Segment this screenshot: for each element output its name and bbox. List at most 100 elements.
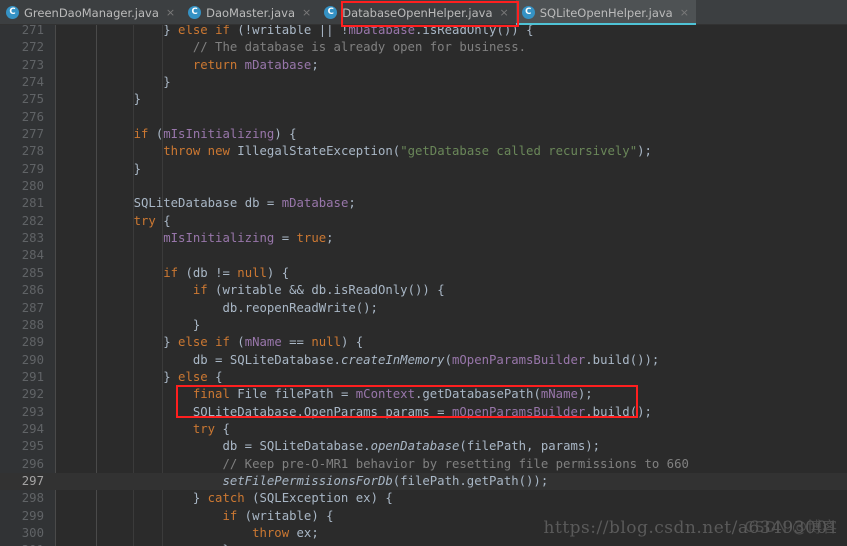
code-lines[interactable]: 271 } else if (!writable || !mDatabase.i… bbox=[0, 25, 847, 546]
code-line[interactable]: 298 } catch (SQLException ex) { bbox=[0, 490, 847, 507]
code-line-text[interactable]: if (writable && db.isReadOnly()) { bbox=[104, 282, 445, 299]
line-number: 277 bbox=[21, 127, 44, 142]
close-icon[interactable]: × bbox=[166, 6, 175, 19]
line-number: 294 bbox=[21, 421, 44, 436]
code-line[interactable]: 277 if (mIsInitializing) { bbox=[0, 126, 847, 143]
code-line-text[interactable]: } bbox=[104, 91, 141, 108]
code-editor[interactable]: 271 } else if (!writable || !mDatabase.i… bbox=[0, 25, 847, 546]
line-number: 278 bbox=[21, 144, 44, 159]
code-line-text[interactable]: SQLiteDatabase.OpenParams params = mOpen… bbox=[104, 404, 652, 421]
code-line-text[interactable]: try { bbox=[104, 421, 230, 438]
code-line[interactable]: 297 setFilePermissionsForDb(filePath.get… bbox=[0, 472, 847, 491]
code-line[interactable]: 284 bbox=[0, 247, 847, 264]
line-number: 299 bbox=[21, 508, 44, 523]
code-line[interactable]: 296 // Keep pre-O-MR1 behavior by resett… bbox=[0, 456, 847, 473]
line-number: 275 bbox=[21, 92, 44, 107]
code-line[interactable]: 280 bbox=[0, 178, 847, 195]
editor-tab-databaseopenhelper[interactable]: C DatabaseOpenHelper.java × bbox=[318, 0, 516, 25]
code-line[interactable]: 288 } bbox=[0, 317, 847, 334]
code-line[interactable]: 301 } bbox=[0, 542, 847, 546]
editor-tab-label: GreenDaoManager.java bbox=[24, 5, 159, 20]
line-number: 296 bbox=[21, 456, 44, 471]
line-number: 271 bbox=[21, 25, 44, 37]
line-number: 289 bbox=[21, 335, 44, 350]
code-line-text[interactable]: } bbox=[104, 74, 170, 91]
line-number: 300 bbox=[21, 525, 44, 540]
code-line[interactable]: 293 SQLiteDatabase.OpenParams params = m… bbox=[0, 404, 847, 421]
code-line-text[interactable]: return mDatabase; bbox=[104, 57, 319, 74]
code-line[interactable]: 292 final File filePath = mContext.getDa… bbox=[0, 386, 847, 403]
code-line[interactable]: 274 } bbox=[0, 74, 847, 91]
line-number: 298 bbox=[21, 491, 44, 506]
code-line-text[interactable]: // The database is already open for busi… bbox=[104, 39, 526, 56]
line-number: 274 bbox=[21, 75, 44, 90]
code-line[interactable]: 275 } bbox=[0, 91, 847, 108]
code-line[interactable]: 290 db = SQLiteDatabase.createInMemory(m… bbox=[0, 352, 847, 369]
code-line-text[interactable]: } catch (SQLException ex) { bbox=[104, 490, 393, 507]
line-number: 292 bbox=[21, 387, 44, 402]
code-line-text[interactable]: mIsInitializing = true; bbox=[104, 230, 333, 247]
code-line[interactable]: 273 return mDatabase; bbox=[0, 57, 847, 74]
code-line[interactable]: 291 } else { bbox=[0, 369, 847, 386]
line-number: 291 bbox=[21, 369, 44, 384]
code-line[interactable]: 272 // The database is already open for … bbox=[0, 39, 847, 56]
code-line[interactable]: 295 db = SQLiteDatabase.openDatabase(fil… bbox=[0, 438, 847, 455]
code-line-text[interactable]: if (db != null) { bbox=[104, 265, 289, 282]
code-line-text[interactable]: } bbox=[104, 161, 141, 178]
line-number: 287 bbox=[21, 300, 44, 315]
code-line-text[interactable]: db = SQLiteDatabase.createInMemory(mOpen… bbox=[104, 352, 659, 369]
code-line-text[interactable]: if (writable) { bbox=[104, 508, 333, 525]
editor-tab-sqliteopenhelper[interactable]: C SQLiteOpenHelper.java × bbox=[515, 0, 696, 25]
code-line[interactable]: 283 mIsInitializing = true; bbox=[0, 230, 847, 247]
close-icon[interactable]: × bbox=[500, 6, 509, 19]
editor-tab-label: SQLiteOpenHelper.java bbox=[539, 5, 673, 20]
line-number: 279 bbox=[21, 161, 44, 176]
line-number: 276 bbox=[21, 109, 44, 124]
code-line[interactable]: 289 } else if (mName == null) { bbox=[0, 334, 847, 351]
editor-tab-greendaomanager[interactable]: C GreenDaoManager.java × bbox=[0, 0, 182, 25]
code-line[interactable]: 300 throw ex; bbox=[0, 525, 847, 542]
java-class-icon: C bbox=[521, 6, 535, 19]
code-line[interactable]: 299 if (writable) { bbox=[0, 508, 847, 525]
line-number: 288 bbox=[21, 317, 44, 332]
code-line[interactable]: 285 if (db != null) { bbox=[0, 265, 847, 282]
code-line[interactable]: 281 SQLiteDatabase db = mDatabase; bbox=[0, 195, 847, 212]
code-line[interactable]: 278 throw new IllegalStateException("get… bbox=[0, 143, 847, 160]
code-line-text[interactable]: } else if (mName == null) { bbox=[104, 334, 363, 351]
code-line[interactable]: 271 } else if (!writable || !mDatabase.i… bbox=[0, 25, 847, 39]
code-line-text[interactable]: db = SQLiteDatabase.openDatabase(filePat… bbox=[104, 438, 600, 455]
line-number: 272 bbox=[21, 40, 44, 55]
code-line-text[interactable]: throw ex; bbox=[104, 525, 319, 542]
editor-tab-bar: C GreenDaoManager.java × C DaoMaster.jav… bbox=[0, 0, 847, 27]
code-line-text[interactable]: } bbox=[104, 542, 229, 546]
line-number: 286 bbox=[21, 283, 44, 298]
line-number: 280 bbox=[21, 179, 44, 194]
code-line-text[interactable]: if (mIsInitializing) { bbox=[104, 126, 297, 143]
java-class-icon: C bbox=[6, 6, 19, 19]
close-icon[interactable]: × bbox=[302, 6, 311, 19]
code-line[interactable]: 294 try { bbox=[0, 421, 847, 438]
line-number: 297 bbox=[21, 473, 44, 488]
code-line-text[interactable]: } bbox=[104, 317, 200, 334]
line-number: 282 bbox=[21, 213, 44, 228]
code-line[interactable]: 282 try { bbox=[0, 213, 847, 230]
code-line-text[interactable]: final File filePath = mContext.getDataba… bbox=[104, 386, 593, 403]
code-line-text[interactable]: } else { bbox=[104, 369, 222, 386]
code-line[interactable]: 276 bbox=[0, 109, 847, 126]
code-line-text[interactable]: SQLiteDatabase db = mDatabase; bbox=[104, 195, 356, 212]
line-number: 284 bbox=[21, 248, 44, 263]
code-line-text[interactable]: } else if (!writable || !mDatabase.isRea… bbox=[104, 25, 533, 39]
line-number: 290 bbox=[21, 352, 44, 367]
line-number: 295 bbox=[21, 439, 44, 454]
code-line[interactable]: 287 db.reopenReadWrite(); bbox=[0, 300, 847, 317]
editor-tab-label: DaoMaster.java bbox=[206, 5, 295, 20]
editor-tab-daomaster[interactable]: C DaoMaster.java × bbox=[182, 0, 318, 25]
code-line-text[interactable]: setFilePermissionsForDb(filePath.getPath… bbox=[104, 473, 548, 490]
code-line[interactable]: 279 } bbox=[0, 161, 847, 178]
code-line-text[interactable]: throw new IllegalStateException("getData… bbox=[104, 143, 652, 160]
code-line[interactable]: 286 if (writable && db.isReadOnly()) { bbox=[0, 282, 847, 299]
code-line-text[interactable]: db.reopenReadWrite(); bbox=[104, 300, 378, 317]
code-line-text[interactable]: try { bbox=[104, 213, 171, 230]
code-line-text[interactable]: // Keep pre-O-MR1 behavior by resetting … bbox=[104, 456, 688, 473]
close-icon[interactable]: × bbox=[680, 6, 689, 19]
